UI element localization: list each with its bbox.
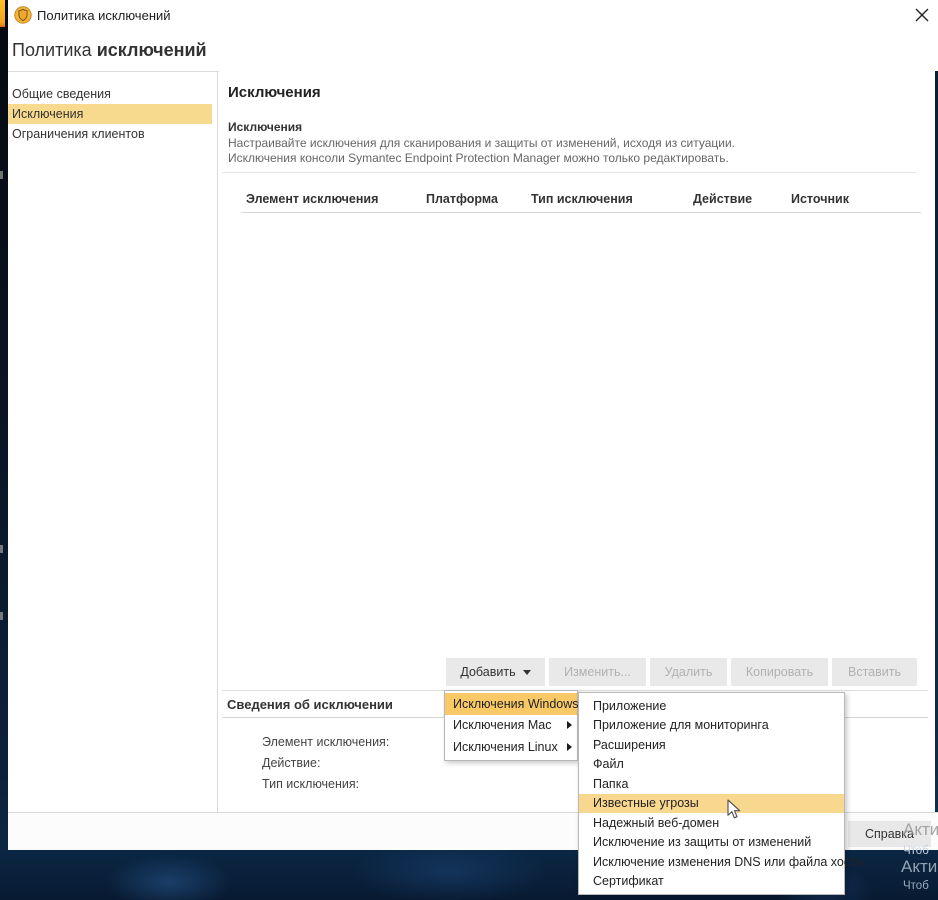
add-dropdown-menu: Исключения Windows Исключения Mac Исключен… (444, 690, 578, 761)
activation-watermark: Чтоб (903, 880, 929, 892)
disabled-button-copy: Копировать (731, 658, 828, 686)
activation-watermark: Акти (901, 857, 937, 877)
submenu-item[interactable]: Приложение для мониторинга (579, 716, 844, 736)
submenu-item[interactable]: Известные угрозы (579, 794, 844, 814)
column-header: Платформа (426, 192, 498, 206)
column-header: Тип исключения (531, 192, 633, 206)
windows-exclusions-submenu: ПриложениеПриложение для мониторингаРасш… (578, 692, 845, 895)
disabled-button-delete: Удалить (650, 658, 727, 686)
button-label: Изменить... (564, 665, 631, 679)
section-heading: Исключения (228, 84, 321, 101)
sidebar-item[interactable]: Ограничения клиентов (8, 124, 212, 144)
submenu-item[interactable]: Файл (579, 755, 844, 775)
submenu-item[interactable]: Исключение из защиты от изменений (579, 833, 844, 853)
background-window-fragment (0, 0, 5, 27)
button-label: Добавить (460, 665, 515, 679)
submenu-item[interactable]: Приложение (579, 696, 844, 716)
button-add[interactable]: Добавить (446, 658, 545, 686)
description-line: Исключения консоли Symantec Endpoint Pro… (228, 151, 729, 165)
field-label-action: Действие: (262, 756, 320, 770)
page-title: Политика исключений (12, 40, 207, 61)
title-bar: Политика исключений (8, 0, 938, 30)
menu-item[interactable]: Исключения Windows (445, 693, 577, 715)
column-header: Действие (693, 192, 752, 206)
menu-item[interactable]: Исключения Linux (445, 736, 577, 758)
button-label: Удалить (665, 665, 713, 679)
desktop-artifact (0, 171, 3, 179)
menu-item-label: Исключения Linux (453, 740, 558, 754)
table-action-buttons: Добавить Изменить... Удалить Копировать Вста… (446, 658, 917, 686)
menu-item[interactable]: Исключения Mac (445, 715, 577, 737)
disabled-button-edit: Изменить... (549, 658, 646, 686)
disabled-button-paste: Вставить (832, 658, 917, 686)
submenu-arrow-icon (567, 743, 572, 751)
column-header: Элемент исключения (246, 192, 378, 206)
exclusions-label: Исключения (228, 120, 302, 134)
exclusions-table-header: Элемент исключения Платформа Тип исключени… (219, 192, 938, 212)
shield-icon (14, 6, 32, 29)
desktop-artifact (0, 612, 3, 620)
button-label: Вставить (848, 665, 901, 679)
menu-item-label: Исключения Windows (453, 697, 579, 711)
desktop-artifact (0, 545, 3, 553)
close-icon[interactable] (913, 6, 931, 24)
submenu-item[interactable]: Папка (579, 774, 844, 794)
window-title: Политика исключений (37, 8, 171, 23)
sidebar-item[interactable]: Общие сведения (8, 84, 212, 104)
description-line: Настраивайте исключения для сканирования… (228, 136, 735, 150)
chevron-down-icon (523, 670, 531, 675)
sidebar: Общие сведенияИсключенияОграничения клие… (8, 72, 218, 812)
activation-watermark: Чтоб (903, 845, 929, 857)
mouse-cursor (727, 799, 743, 826)
submenu-item[interactable]: Исключение изменения DNS или файла хоста (579, 852, 844, 872)
activation-watermark: Акти (903, 820, 938, 840)
table-header-underline (241, 212, 921, 213)
submenu-item[interactable]: Расширения (579, 735, 844, 755)
submenu-arrow-icon (567, 721, 572, 729)
divider (222, 172, 916, 173)
details-heading: Сведения об исключении (227, 697, 393, 712)
sidebar-list: Общие сведенияИсключенияОграничения клие… (8, 84, 217, 144)
submenu-item[interactable]: Надежный веб-домен (579, 813, 844, 833)
menu-item-label: Исключения Mac (453, 718, 551, 732)
submenu-item[interactable]: Сертификат (579, 872, 844, 892)
field-label-exclusion-type: Тип исключения: (262, 777, 359, 791)
button-label: Копировать (746, 665, 813, 679)
column-header: Источник (791, 192, 849, 206)
sidebar-item[interactable]: Исключения (8, 104, 212, 124)
field-label-exclusion-item: Элемент исключения: (262, 735, 389, 749)
desktop-left-strip (0, 0, 8, 900)
screen: { "window": { "title": "Политика исключе… (0, 0, 938, 900)
